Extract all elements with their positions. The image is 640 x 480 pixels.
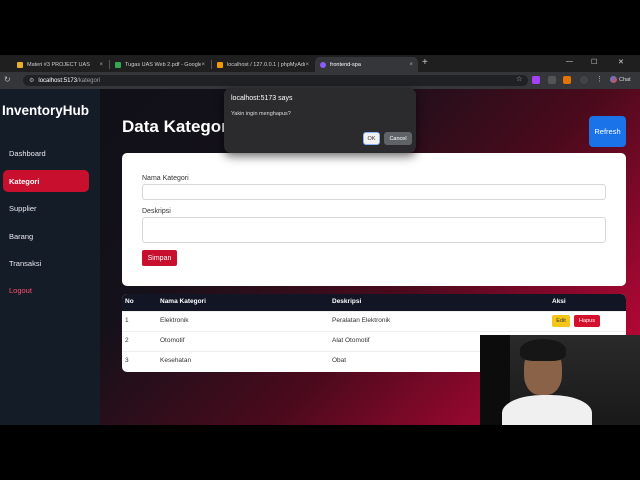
close-icon[interactable]: ×	[305, 62, 309, 68]
cell-no: 1	[125, 317, 129, 324]
sidebar-item-kategori[interactable]: Kategori	[3, 170, 89, 192]
dialog-ok-button[interactable]: OK	[363, 132, 380, 145]
cell-no: 3	[125, 357, 129, 364]
sidebar-item-barang[interactable]: Barang	[3, 225, 89, 247]
column-header-no: No	[125, 298, 134, 305]
name-label: Nama Kategori	[142, 175, 189, 182]
tab-label: Materi #3 PROJECT UAS	[27, 61, 90, 68]
dialog-title: localhost:5173 says	[231, 95, 293, 102]
extension-icon[interactable]	[548, 76, 556, 84]
sidebar-item-dashboard[interactable]: Dashboard	[3, 142, 89, 164]
tab-favicon-icon	[115, 61, 121, 68]
save-button[interactable]: Simpan	[142, 250, 177, 266]
description-label: Deskripsi	[142, 208, 171, 215]
browser-tab-tugas[interactable]: Tugas UAS Web 2.pdf - Google D ×	[110, 57, 210, 72]
browser-tab-materi[interactable]: Materi #3 PROJECT UAS ×	[12, 57, 108, 72]
column-header-description: Deskripsi	[332, 298, 362, 305]
webcam-overlay	[480, 335, 640, 425]
cell-name: Elektronik	[160, 317, 189, 324]
chat-button[interactable]: Chat	[610, 76, 631, 83]
tab-favicon-icon	[17, 61, 23, 68]
browser-tab-frontend-spa[interactable]: frontend-spa ×	[315, 57, 418, 72]
cell-name: Kesehatan	[160, 357, 192, 364]
url-host: localhost:5173	[38, 77, 78, 84]
cell-description: Peralatan Elektronik	[332, 317, 391, 324]
refresh-button[interactable]: Refresh	[589, 116, 626, 147]
tab-label: localhost / 127.0.0.1 | phpMyAdmi	[227, 61, 306, 68]
sidebar-item-transaksi[interactable]: Transaksi	[3, 252, 89, 274]
cell-description: Obat	[332, 357, 347, 364]
tab-label: Tugas UAS Web 2.pdf - Google D	[125, 61, 202, 68]
close-icon[interactable]: ×	[99, 62, 103, 68]
category-name-input[interactable]	[142, 184, 606, 200]
profile-avatar-icon[interactable]	[580, 76, 588, 84]
chat-label: Chat	[619, 76, 631, 83]
sidebar-item-logout[interactable]: Logout	[3, 279, 89, 301]
tab-favicon-icon	[320, 61, 326, 68]
sidebar-item-supplier[interactable]: Supplier	[3, 197, 89, 219]
sidebar: InventoryHub Dashboard Kategori Supplier…	[0, 89, 100, 425]
cell-name: Otomotif	[160, 337, 185, 344]
minimize-icon[interactable]: —	[566, 58, 573, 65]
chat-icon	[610, 76, 617, 83]
url-path: /kategori	[77, 77, 101, 84]
browser-tab-phpmyadmin[interactable]: localhost / 127.0.0.1 | phpMyAdmi ×	[212, 57, 314, 72]
browser-tab-bar: ▾ Materi #3 PROJECT UAS × Tugas UAS Web …	[0, 55, 640, 121]
delete-button[interactable]: Hapus	[574, 315, 600, 327]
confirm-dialog: localhost:5173 says Yakin ingin menghapu…	[224, 88, 416, 153]
extension-icon[interactable]	[563, 76, 571, 84]
dialog-cancel-button[interactable]: Cancel	[384, 132, 412, 145]
tab-favicon-icon	[217, 61, 223, 68]
address-bar-row: ↻ ⚙ localhost:5173/kategori ☆ ⋮ Chat	[0, 72, 640, 89]
screen: ▾ Materi #3 PROJECT UAS × Tugas UAS Web …	[0, 0, 640, 480]
maximize-icon[interactable]: ☐	[591, 58, 597, 66]
tab-label: frontend-spa	[330, 61, 361, 68]
close-window-icon[interactable]: ✕	[618, 58, 624, 66]
cell-description: Alat Otomotif	[332, 337, 370, 344]
menu-dots-icon[interactable]: ⋮	[596, 75, 604, 83]
description-textarea[interactable]	[142, 217, 606, 243]
cell-no: 2	[125, 337, 129, 344]
url-field[interactable]: ⚙ localhost:5173/kategori	[23, 75, 528, 86]
page-title: Data Kategori	[122, 117, 233, 136]
close-icon[interactable]: ×	[201, 62, 205, 68]
table-row: 1 Elektronik Peralatan Elektronik Edit H…	[122, 311, 626, 331]
new-tab-button[interactable]: +	[422, 57, 428, 68]
table-header: No Nama Kategori Deskripsi Aksi	[122, 294, 626, 311]
extension-icon[interactable]	[532, 76, 540, 84]
column-header-name: Nama Kategori	[160, 298, 206, 305]
reload-icon[interactable]: ↻	[4, 75, 11, 84]
column-header-actions: Aksi	[552, 298, 566, 305]
close-icon[interactable]: ×	[409, 62, 413, 68]
site-info-icon[interactable]: ⚙	[29, 77, 34, 84]
dialog-message: Yakin ingin menghapus?	[231, 111, 291, 117]
brand-logo: InventoryHub	[2, 103, 90, 118]
category-form: Nama Kategori Deskripsi Simpan	[122, 153, 626, 286]
edit-button[interactable]: Edit	[552, 315, 570, 327]
bookmark-star-icon[interactable]: ☆	[516, 75, 524, 83]
